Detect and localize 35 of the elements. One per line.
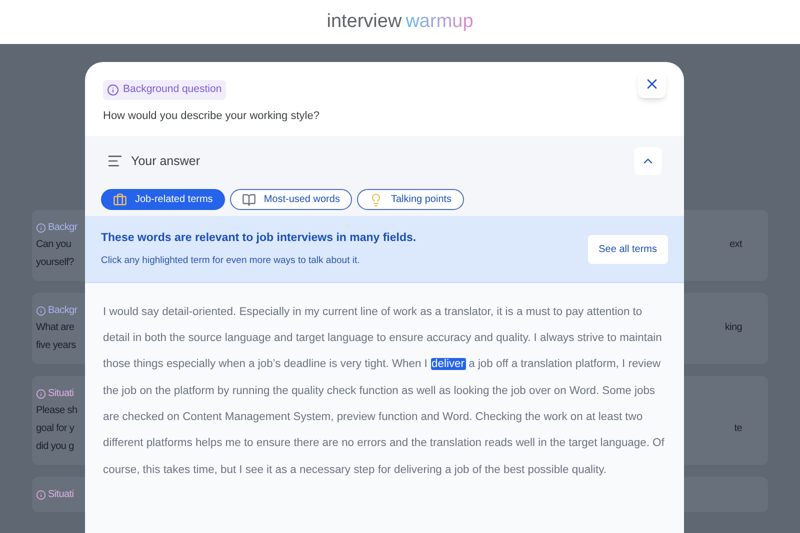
question-text: ext (730, 238, 742, 252)
answer-text: I would say detail-oriented. Especially in my current line of work as a translator, it is a must to pay attention to detail in both the source language and target language to ensure accuracy and quality. I always strive to maintain those things especially when a job’s deadline is very tight. When I deliver a job off a translation platform, I review the job on the platform by running the quality check function as well as looking the job over on Word. Some jobs are checked on Content Management System, preview function and Word. Checking the work on at least two different platforms helps me to ensure there are no errors and the translation reads well in the target language. Of course, this takes time, but I see it as a necessary step for delivering a job of the best possible quality. (103, 304, 666, 478)
info-icon (36, 490, 46, 500)
tag-label: Backgr (48, 221, 78, 235)
section-title: Your answer (131, 152, 200, 170)
tag-label: Backgr (48, 304, 78, 318)
question-text: How would you describe your working style? (103, 108, 320, 124)
banner-title: These words are relevant to job interviews in many fields. (101, 231, 416, 246)
question-text: What are (36, 321, 74, 335)
logo-text: interview (326, 10, 402, 34)
question-text: five years (36, 339, 76, 353)
tag-label: Background question (123, 82, 222, 97)
question-text: Can you (36, 238, 72, 252)
close-button[interactable] (638, 70, 666, 98)
info-icon (36, 306, 46, 316)
question-text: Please sh (36, 404, 78, 418)
info-icon (36, 222, 46, 232)
tag-label: Situati (48, 488, 74, 502)
highlighted-term[interactable]: deliver (430, 358, 466, 370)
question-text: did you g (36, 440, 74, 454)
filter-tab[interactable]: Talking points (356, 189, 464, 210)
filter-tab[interactable]: Job-related terms (101, 189, 225, 210)
lines-icon (107, 153, 123, 170)
filter-tab[interactable]: Most-used words (230, 189, 352, 210)
banner-subtitle: Click any highlighted term for even more ways to talk about it. (101, 254, 361, 268)
question-text: goal for y (36, 422, 74, 436)
book-icon (242, 192, 256, 207)
question-text: te (734, 422, 742, 436)
tag-label: Situati (48, 387, 74, 401)
briefcase-icon (113, 192, 127, 207)
question-text: yourself? (36, 256, 74, 270)
info-icon (36, 388, 46, 398)
question-text: king (724, 321, 742, 335)
info-icon (107, 84, 119, 96)
see-all-terms-button[interactable]: See all terms (588, 234, 668, 264)
